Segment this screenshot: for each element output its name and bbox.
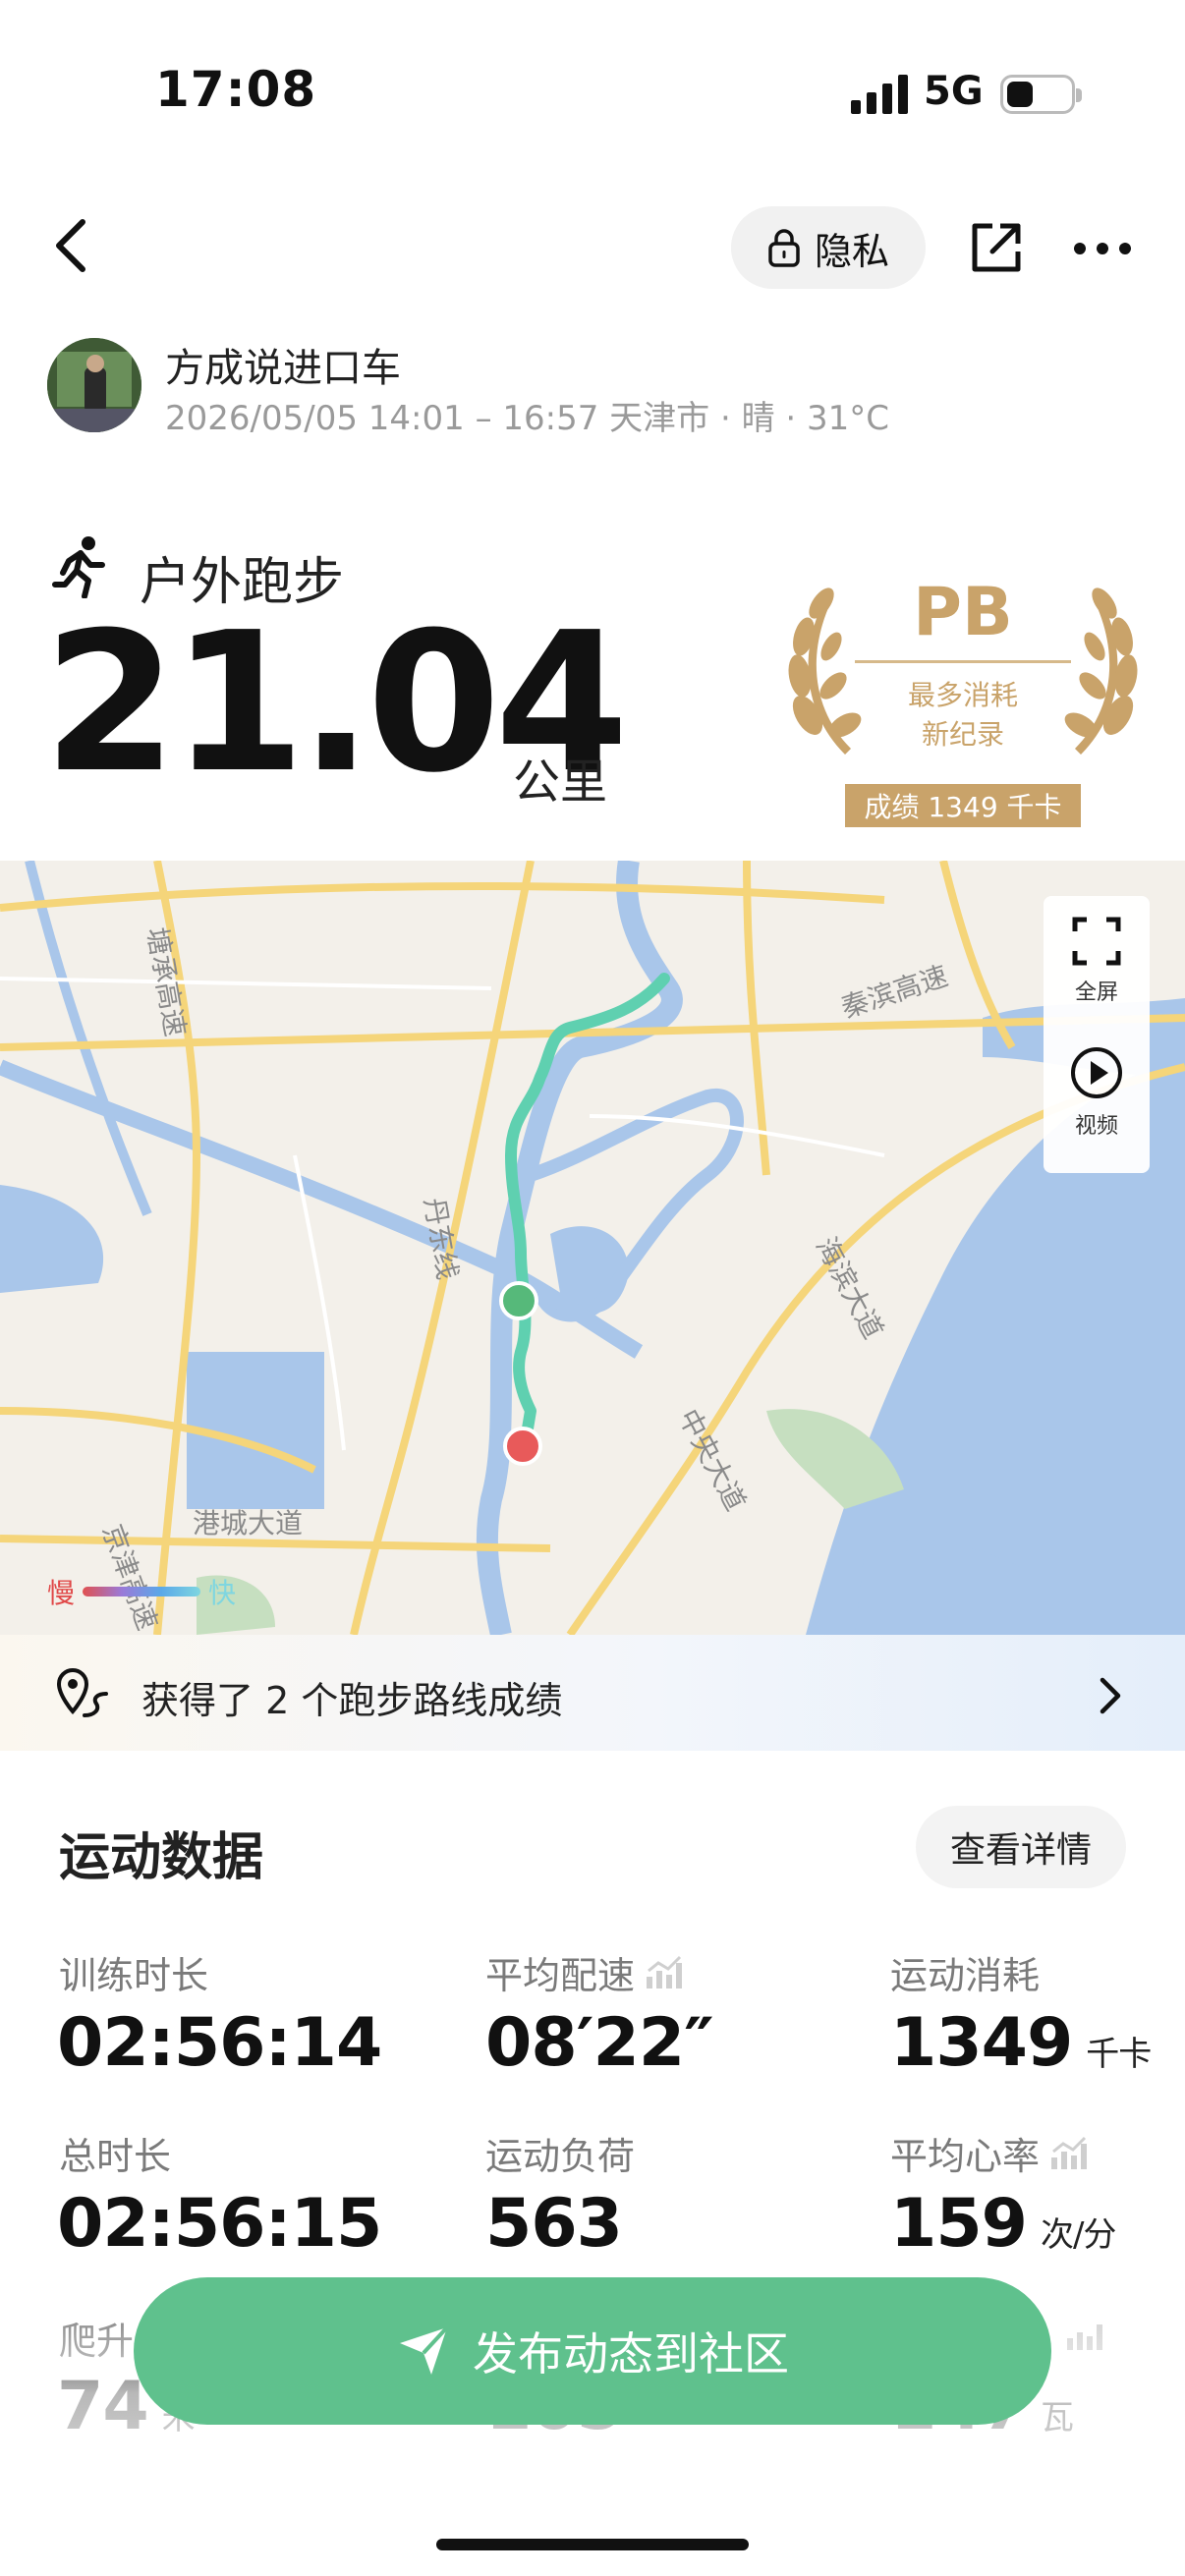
video-label: 视频 [1074, 1114, 1118, 1139]
stat-value-total-duration: 02:56:15 [57, 2185, 382, 2263]
lock-icon [768, 229, 800, 267]
play-circle-icon [1071, 1047, 1122, 1098]
video-button[interactable]: 视频 [1044, 1045, 1150, 1139]
privacy-button[interactable]: 隐私 [731, 206, 926, 289]
stat-value-train-duration: 02:56:14 [57, 2004, 382, 2082]
map-controls: 全屏 视频 [1044, 896, 1150, 1173]
pb-divider [855, 660, 1071, 663]
route-achievement-text: 获得了 2 个跑步路线成绩 [141, 1679, 563, 1722]
view-details-button[interactable]: 查看详情 [916, 1806, 1126, 1888]
avatar[interactable] [47, 338, 141, 432]
battery-icon [1000, 75, 1082, 114]
chevron-right-icon[interactable] [1099, 1676, 1122, 1715]
stat-label-avg-pace[interactable]: 平均配速 [485, 1945, 684, 1999]
distance-unit: 公里 [513, 755, 608, 810]
fullscreen-label: 全屏 [1074, 980, 1118, 1005]
route-pin-icon [56, 1668, 108, 1717]
more-options-icon[interactable] [1073, 242, 1132, 255]
stat-label-calories: 运动消耗 [890, 1954, 1041, 1997]
publish-label: 发布动态到社区 [473, 2327, 789, 2380]
home-indicator [436, 2539, 749, 2550]
pb-subtitle-line2: 新纪录 [921, 718, 1004, 751]
user-name[interactable]: 方成说进口车 [165, 336, 401, 393]
send-icon [400, 2325, 449, 2375]
stats-section-title: 运动数据 [59, 1828, 264, 1887]
legend-fast: 快 [208, 1577, 237, 1609]
cellular-signal-icon [851, 75, 908, 114]
network-type: 5G [924, 69, 984, 114]
trend-chart-icon [1051, 2136, 1088, 2169]
map-label-gangcheng: 港城大道 [193, 1507, 303, 1540]
share-icon[interactable] [969, 220, 1024, 275]
pace-legend: 慢 快 [47, 1572, 236, 1611]
privacy-label: 隐私 [814, 229, 889, 273]
fullscreen-button[interactable]: 全屏 [1044, 916, 1150, 1005]
route-map[interactable]: 塘承高速 秦滨高速 丹东线 海滨大道 中央大道 港城大道 京津高速 [0, 861, 1185, 1635]
back-arrow-icon[interactable] [51, 216, 90, 275]
map-label-qinbin: 秦滨高速 [837, 960, 952, 1025]
map-canvas: 塘承高速 秦滨高速 丹东线 海滨大道 中央大道 港城大道 京津高速 [0, 861, 1185, 1635]
pb-score: 成绩 1349 千卡 [845, 784, 1081, 827]
running-icon [52, 536, 105, 598]
activity-meta: 2026/05/05 14:01 – 16:57 天津市 · 晴 · 31°C [165, 399, 890, 438]
stat-value-calories: 1349 千卡 [890, 2004, 1152, 2082]
stat-label-training-load: 运动负荷 [485, 2135, 636, 2178]
stat-value-avg-heart-rate: 159 次/分 [890, 2185, 1116, 2263]
legend-gradient [83, 1587, 201, 1596]
stat-value-training-load: 563 [485, 2185, 623, 2263]
stat-value-avg-pace: 08′22″ [485, 2004, 714, 2082]
map-label-haibin: 海滨大道 [810, 1232, 890, 1344]
status-time: 17:08 [155, 61, 317, 118]
trend-chart-icon [647, 1955, 683, 1988]
stat-label-avg-heart-rate[interactable]: 平均心率 [890, 2126, 1089, 2180]
fullscreen-icon [1072, 917, 1121, 966]
pb-subtitle-line1: 最多消耗 [907, 679, 1018, 711]
stat-label-train-duration: 训练时长 [59, 1954, 209, 1997]
pb-badge[interactable]: PB 最多消耗 新纪录 成绩 1349 千卡 [786, 568, 1140, 833]
pb-title: PB [913, 574, 1013, 651]
publish-to-community-button[interactable]: 发布动态到社区 [134, 2277, 1051, 2425]
legend-slow: 慢 [47, 1577, 76, 1609]
stat-label-total-duration: 总时长 [59, 2135, 172, 2178]
